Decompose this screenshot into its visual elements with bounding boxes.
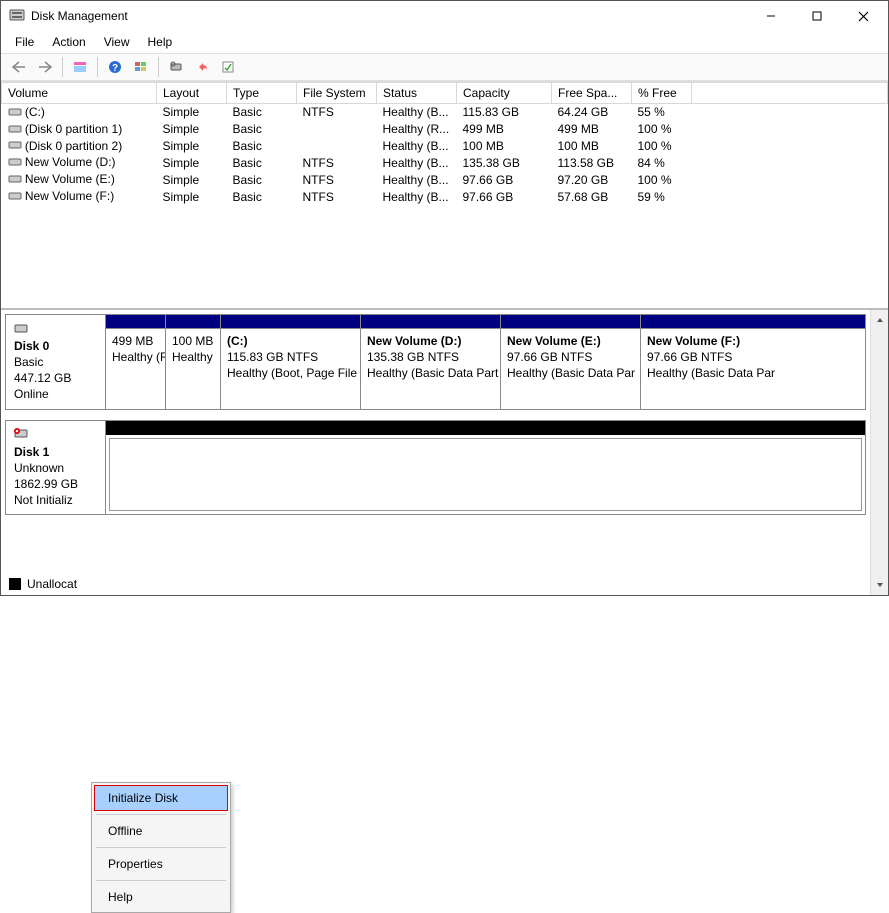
scroll-up-icon[interactable]: [872, 312, 888, 328]
partitions: [106, 421, 865, 515]
column-header[interactable]: Type: [227, 83, 297, 104]
minimize-button[interactable]: [748, 1, 794, 31]
ctx-initialize-disk[interactable]: Initialize Disk: [94, 785, 228, 811]
disk-map-pane: Disk 0Basic447.12 GBOnline499 MBHealthy …: [1, 310, 888, 595]
forward-button[interactable]: [33, 56, 57, 78]
toolbar-separator: [158, 57, 159, 77]
toolbar: ?: [1, 53, 888, 81]
column-header[interactable]: Free Spa...: [552, 83, 632, 104]
disk-icon: [14, 322, 28, 338]
volume-row[interactable]: (C:)SimpleBasicNTFSHealthy (B...115.83 G…: [2, 104, 888, 121]
disk-row[interactable]: Disk 1Unknown1862.99 GBNot Initializ: [5, 420, 866, 516]
volume-icon: [8, 190, 22, 204]
partition[interactable]: New Volume (E:)97.66 GB NTFSHealthy (Bas…: [501, 315, 641, 409]
volume-row[interactable]: New Volume (F:)SimpleBasicNTFSHealthy (B…: [2, 188, 888, 205]
partition[interactable]: New Volume (F:)97.66 GB NTFSHealthy (Bas…: [641, 315, 865, 409]
volume-icon: [8, 106, 22, 120]
volume-row[interactable]: New Volume (D:)SimpleBasicNTFSHealthy (B…: [2, 154, 888, 171]
ctx-help[interactable]: Help: [94, 884, 228, 910]
vertical-scrollbar[interactable]: [870, 310, 888, 595]
ctx-offline[interactable]: Offline: [94, 818, 228, 844]
column-header[interactable]: Volume: [2, 83, 157, 104]
disk-header[interactable]: Disk 1Unknown1862.99 GBNot Initializ: [6, 421, 106, 515]
disk-map[interactable]: Disk 0Basic447.12 GBOnline499 MBHealthy …: [1, 310, 870, 595]
volume-row[interactable]: (Disk 0 partition 2)SimpleBasicHealthy (…: [2, 138, 888, 155]
unallocated-space[interactable]: [106, 421, 865, 515]
volume-row[interactable]: New Volume (E:)SimpleBasicNTFSHealthy (B…: [2, 171, 888, 188]
close-button[interactable]: [840, 1, 886, 31]
disk-icon: [14, 427, 28, 443]
maximize-button[interactable]: [794, 1, 840, 31]
column-header[interactable]: Layout: [157, 83, 227, 104]
back-button[interactable]: [7, 56, 31, 78]
column-header[interactable]: Capacity: [457, 83, 552, 104]
disk-header[interactable]: Disk 0Basic447.12 GBOnline: [6, 315, 106, 409]
svg-text:?: ?: [112, 63, 118, 74]
menu-file[interactable]: File: [7, 33, 42, 51]
partition[interactable]: 100 MBHealthy: [166, 315, 221, 409]
menubar: File Action View Help: [1, 31, 888, 53]
volume-icon: [8, 139, 22, 153]
column-header[interactable]: Status: [377, 83, 457, 104]
rescan-button[interactable]: [164, 56, 188, 78]
partitions: 499 MBHealthy (Re100 MBHealthy(C:)115.83…: [106, 315, 865, 409]
volume-table: VolumeLayoutTypeFile SystemStatusCapacit…: [1, 82, 888, 205]
undo-button[interactable]: [190, 56, 214, 78]
menu-view[interactable]: View: [96, 33, 138, 51]
legend-swatch-unallocated: [9, 578, 21, 590]
window-controls: [748, 1, 886, 31]
column-header[interactable]: % Free: [632, 83, 692, 104]
ctx-separator: [96, 847, 226, 848]
toolbar-separator: [62, 57, 63, 77]
refresh-button[interactable]: [129, 56, 153, 78]
legend: Unallocat: [9, 577, 77, 591]
app-icon: [9, 7, 25, 26]
legend-label: Unallocat: [27, 577, 77, 591]
volume-icon: [8, 173, 22, 187]
context-menu: Initialize Disk Offline Properties Help: [91, 782, 231, 913]
ctx-separator: [96, 880, 226, 881]
column-header[interactable]: File System: [297, 83, 377, 104]
details-view-button[interactable]: [68, 56, 92, 78]
toolbar-separator: [97, 57, 98, 77]
ctx-separator: [96, 814, 226, 815]
partition[interactable]: (C:)115.83 GB NTFSHealthy (Boot, Page Fi…: [221, 315, 361, 409]
volume-icon: [8, 156, 22, 170]
ctx-properties[interactable]: Properties: [94, 851, 228, 877]
disk-row[interactable]: Disk 0Basic447.12 GBOnline499 MBHealthy …: [5, 314, 866, 410]
help-button[interactable]: ?: [103, 56, 127, 78]
content-area: VolumeLayoutTypeFile SystemStatusCapacit…: [1, 81, 888, 595]
scroll-down-icon[interactable]: [872, 577, 888, 593]
volume-list-pane[interactable]: VolumeLayoutTypeFile SystemStatusCapacit…: [1, 82, 888, 310]
titlebar[interactable]: Disk Management: [1, 1, 888, 31]
volume-row[interactable]: (Disk 0 partition 1)SimpleBasicHealthy (…: [2, 121, 888, 138]
menu-help[interactable]: Help: [140, 33, 181, 51]
window-title: Disk Management: [31, 9, 748, 23]
volume-icon: [8, 123, 22, 137]
disk-management-window: Disk Management File Action View Help ? …: [0, 0, 889, 596]
partition[interactable]: New Volume (D:)135.38 GB NTFSHealthy (Ba…: [361, 315, 501, 409]
properties-button[interactable]: [216, 56, 240, 78]
menu-action[interactable]: Action: [44, 33, 93, 51]
partition[interactable]: 499 MBHealthy (Re: [106, 315, 166, 409]
